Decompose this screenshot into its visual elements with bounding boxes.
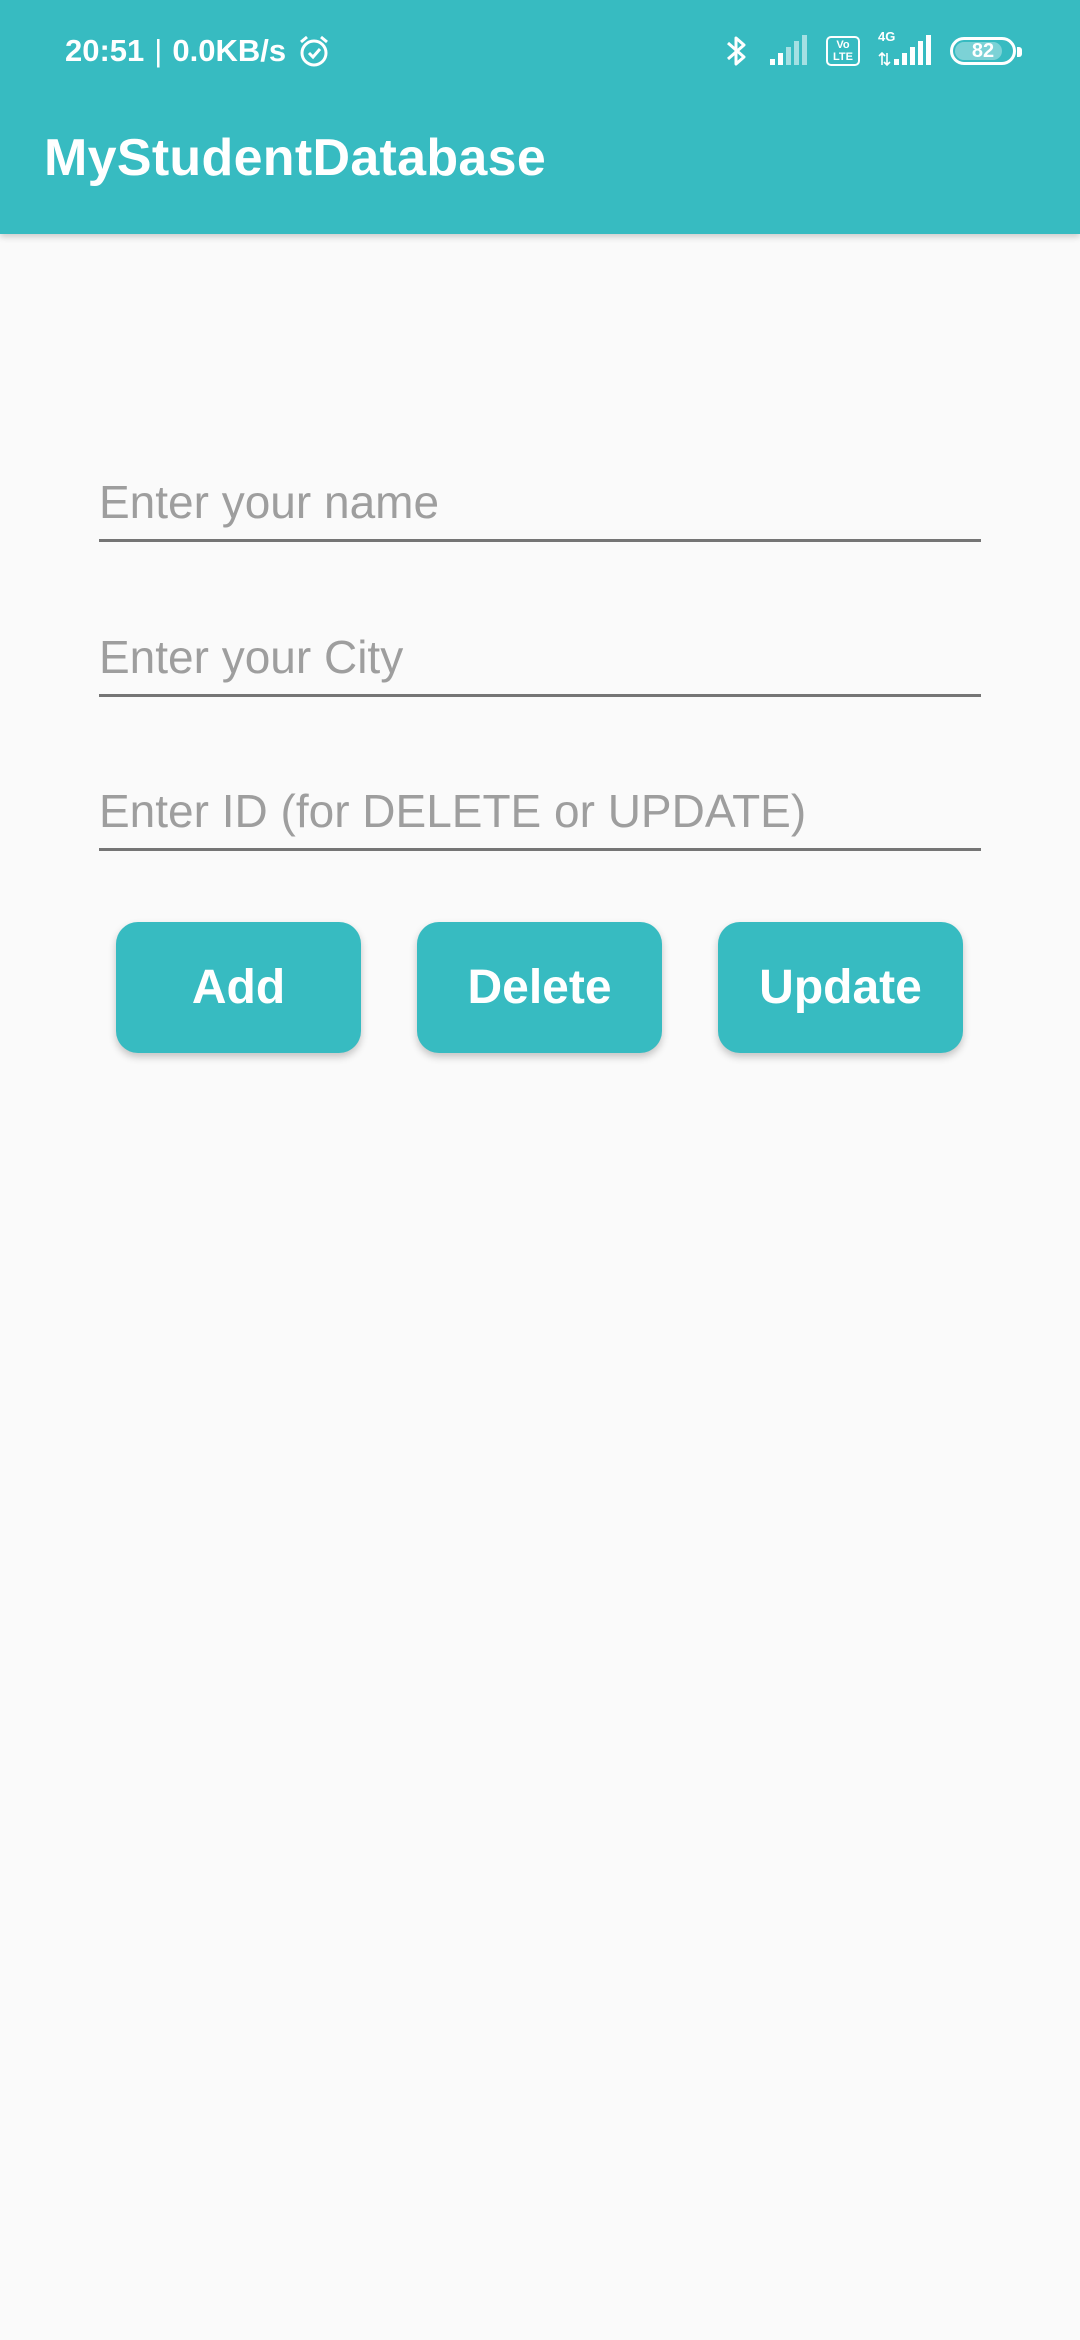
battery-tip (1017, 47, 1022, 57)
id-field[interactable] (99, 741, 981, 851)
status-left: 20:51 | 0.0KB/s (65, 28, 332, 74)
status-time: 20:51 (65, 33, 145, 68)
app-bar: 20:51 | 0.0KB/s Vo LTE 4G 82 MyStudentDa… (0, 0, 1080, 234)
add-button[interactable]: Add (116, 922, 361, 1053)
alarm-icon (296, 33, 332, 69)
network-4g-signal-icon: 4G (878, 29, 932, 67)
name-input[interactable] (99, 475, 981, 529)
network-speed: 0.0KB/s (172, 33, 287, 68)
signal-icon (768, 35, 808, 67)
id-input[interactable] (99, 784, 981, 838)
city-field[interactable] (99, 587, 981, 697)
battery-icon: 82 (950, 37, 1022, 65)
city-input[interactable] (99, 630, 981, 684)
battery-level: 82 (971, 39, 995, 62)
bluetooth-icon (724, 33, 750, 69)
app-title: MyStudentDatabase (44, 129, 547, 187)
volte-top-label: Vo (836, 39, 850, 51)
update-button[interactable]: Update (718, 922, 963, 1053)
delete-button[interactable]: Delete (417, 922, 662, 1053)
status-right: Vo LTE 4G 82 (724, 28, 1022, 74)
network-type-label: 4G (878, 29, 896, 44)
status-separator: | (154, 33, 163, 68)
volte-icon: Vo LTE (826, 36, 860, 66)
name-field[interactable] (99, 432, 981, 542)
volte-bottom-label: LTE (833, 51, 853, 63)
status-bar: 20:51 | 0.0KB/s Vo LTE 4G 82 (0, 0, 1080, 100)
